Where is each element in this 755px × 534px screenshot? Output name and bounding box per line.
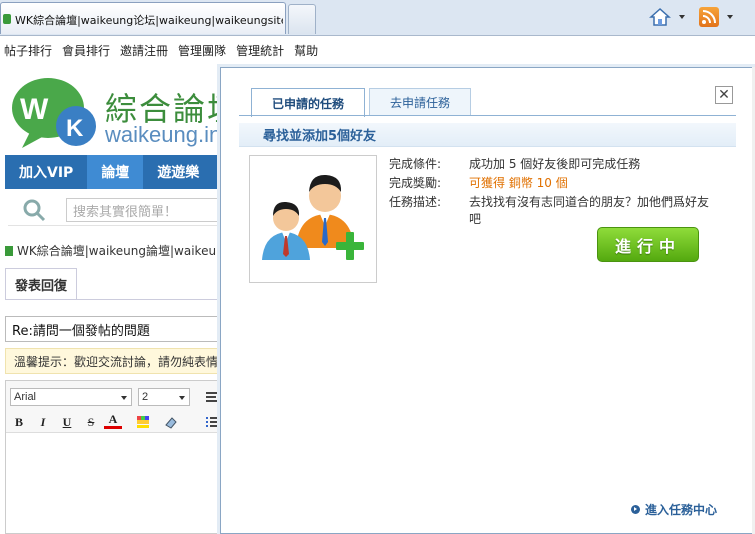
feeds-button[interactable]	[699, 6, 751, 28]
notice-tip: 溫馨提示：歡迎交流討論，請勿純表情	[5, 348, 235, 374]
task-image	[249, 155, 377, 283]
task-title-bar: 尋找並添加5個好友	[239, 123, 736, 147]
editor-toolbar: Arial 2 B I U S A	[6, 381, 234, 433]
font-size-value: 2	[142, 391, 149, 403]
description-value: 去找找有沒有志同道合的朋友？加他們爲好友吧	[469, 195, 710, 226]
list-icon[interactable]	[206, 415, 220, 429]
rss-icon	[699, 7, 719, 27]
new-tab-button[interactable]	[288, 4, 316, 34]
main-nav-bar: 加入VIP 論壇 遊遊樂	[5, 155, 235, 189]
dialog-tab-divider	[239, 115, 736, 116]
search-bar: 搜索其實很簡單！	[8, 194, 238, 226]
nav-item-vip[interactable]: 加入VIP	[5, 155, 87, 189]
font-size-select[interactable]: 2	[138, 388, 190, 406]
menu-post-ranking[interactable]: 帖子排行	[4, 42, 52, 59]
task-description-row: 任務描述: 去找找有沒有志同道合的朋友？加他們爲好友吧	[389, 194, 719, 228]
task-condition-row: 完成條件: 成功加 5 個好友後即可完成任務	[389, 156, 719, 173]
background-color-icon[interactable]	[134, 413, 152, 431]
nav-item-forum[interactable]: 論壇	[87, 155, 144, 189]
reward-value: 可獲得 銅幣 10 個	[469, 176, 568, 190]
site-logo[interactable]: W K 綜合論壇 waikeung.info	[10, 74, 240, 152]
italic-icon[interactable]: I	[34, 413, 52, 431]
menu-invite-register[interactable]: 邀請注冊	[120, 42, 168, 59]
svg-text:K: K	[66, 115, 84, 142]
breadcrumb: WK綜合論壇|waikeung論壇|waikeung	[5, 242, 235, 259]
tab-post-reply[interactable]: 發表回復	[5, 268, 77, 300]
subject-input[interactable]: Re:請問一個發帖的問題	[5, 316, 235, 342]
task-center-link[interactable]: 進入任務中心	[631, 500, 741, 518]
home-icon	[649, 7, 671, 26]
menu-help[interactable]: 幫助	[294, 42, 318, 59]
chevron-down-icon	[727, 15, 733, 19]
menu-admin-team[interactable]: 管理團隊	[178, 42, 226, 59]
task-info: 完成條件: 成功加 5 個好友後即可完成任務 完成獎勵: 可獲得 銅幣 10 個…	[389, 156, 719, 230]
chevron-down-icon	[679, 15, 685, 19]
underline-icon[interactable]: U	[58, 413, 76, 431]
forum-icon	[5, 246, 13, 256]
svg-text:W: W	[20, 93, 49, 126]
strikethrough-icon[interactable]: S	[82, 413, 100, 431]
browser-tab-bar: WK綜合論壇|waikeung论坛|waikeung|waikeungsiteb…	[0, 0, 755, 36]
tab-applied-tasks[interactable]: 已申請的任務	[251, 88, 366, 117]
font-family-select[interactable]: Arial	[10, 388, 132, 406]
align-icon[interactable]	[206, 391, 220, 403]
browser-window: WK綜合論壇|waikeung论坛|waikeung|waikeungsiteb…	[0, 0, 755, 534]
breadcrumb-link[interactable]: WK綜合論壇|waikeung論壇|waikeung	[17, 244, 231, 258]
in-progress-button[interactable]: 進行中	[597, 227, 699, 262]
search-input[interactable]: 搜索其實很簡單！	[66, 198, 236, 222]
add-friends-icon	[262, 174, 364, 260]
nav-item-games[interactable]: 遊遊樂	[143, 155, 213, 189]
task-center-label: 進入任務中心	[645, 502, 718, 517]
site-favicon-icon	[3, 14, 11, 24]
eraser-icon[interactable]	[162, 413, 180, 431]
browser-tab-title: WK綜合論壇|waikeung论坛|waikeung|waikeungsiteb…	[15, 14, 283, 27]
close-icon: ✕	[718, 87, 730, 103]
search-icon[interactable]	[22, 198, 46, 222]
menu-member-ranking[interactable]: 會員排行	[62, 42, 110, 59]
tab-apply-task[interactable]: 去申請任務	[369, 88, 472, 116]
post-editor[interactable]: Arial 2 B I U S A	[5, 380, 235, 534]
menu-admin-stats[interactable]: 管理統計	[236, 42, 284, 59]
task-title[interactable]: 尋找並添加5個好友	[263, 125, 376, 144]
text-color-icon[interactable]: A	[104, 412, 122, 429]
condition-label: 完成條件:	[389, 157, 442, 171]
dialog-tabs: 已申請的任務 去申請任務	[251, 88, 475, 117]
arrow-circle-icon	[631, 504, 640, 514]
wk-logo-icon: W K	[12, 78, 96, 148]
site-top-menu: 帖子排行 會員排行 邀請注冊 管理團隊 管理統計 幫助	[0, 38, 755, 62]
reward-label: 完成獎勵:	[389, 176, 442, 190]
close-button[interactable]: ✕	[715, 86, 733, 104]
font-family-value: Arial	[14, 391, 37, 403]
home-button[interactable]	[649, 6, 689, 28]
browser-tab-active[interactable]: WK綜合論壇|waikeung论坛|waikeung|waikeungsiteb…	[0, 2, 286, 34]
task-reward-row: 完成獎勵: 可獲得 銅幣 10 個	[389, 175, 719, 192]
task-dialog: 已申請的任務 去申請任務 ✕ 尋找並添加5個好友 完成條件: 成功加 5 個好友…	[220, 67, 753, 534]
tab-divider	[5, 299, 235, 300]
bold-icon[interactable]: B	[10, 413, 28, 431]
condition-value: 成功加 5 個好友後即可完成任務	[469, 157, 641, 171]
description-label: 任務描述:	[389, 195, 442, 209]
